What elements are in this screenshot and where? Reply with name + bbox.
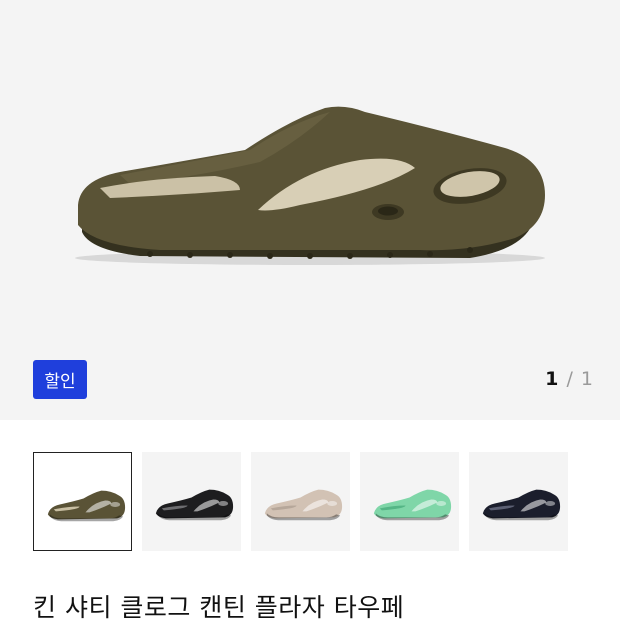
thumbnail-image: [373, 489, 452, 521]
pager-total: 1: [580, 368, 594, 390]
thumbnail-3[interactable]: [251, 452, 350, 551]
thumbnail-image: [264, 489, 343, 521]
product-image: [75, 106, 545, 265]
thumbnail-5[interactable]: [469, 452, 568, 551]
thumbnail-image: [155, 489, 234, 521]
discount-badge-label: 할인: [44, 372, 76, 392]
pager-current: 1: [545, 368, 560, 390]
pager-separator: /: [566, 368, 574, 390]
thumbnail-2[interactable]: [142, 452, 241, 551]
image-pager: 1 / 1: [545, 368, 594, 390]
product-image-area[interactable]: 할인 1 / 1: [0, 0, 620, 420]
thumbnail-4[interactable]: [360, 452, 459, 551]
thumbnail-image: [47, 490, 126, 522]
product-title: 킨 샤티 클로그 캔틴 플라자 타우페: [33, 593, 405, 622]
thumbnail-1[interactable]: [33, 452, 132, 551]
thumbnail-image: [482, 489, 561, 521]
discount-badge: 할인: [33, 360, 87, 399]
